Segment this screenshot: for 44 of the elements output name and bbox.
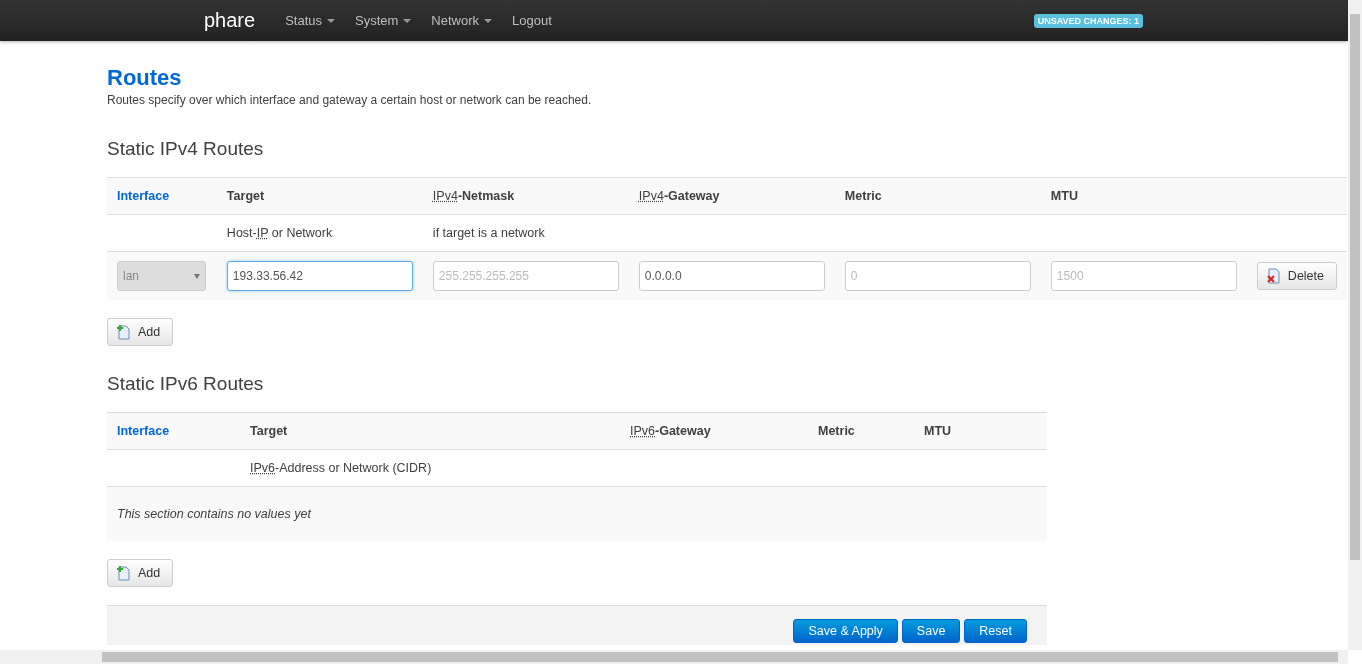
- column-header: IPv6-Gateway: [620, 412, 808, 450]
- add-document-icon: [116, 565, 132, 581]
- page-description: Routes specify over which interface and gateway a certain host or network can be reached.: [107, 93, 593, 107]
- page-title: Routes: [107, 64, 183, 92]
- target-input[interactable]: 193.33.56.42: [226, 261, 413, 291]
- delete-document-icon: [1265, 268, 1282, 284]
- column-header[interactable]: Interface: [107, 412, 240, 450]
- column-header: MTU: [914, 412, 1047, 450]
- menu-item[interactable]: Network: [421, 13, 503, 28]
- section-heading: Static IPv6 Routes: [107, 372, 265, 396]
- column-header: IPv4-Netmask: [422, 177, 629, 215]
- vertical-scrollbar[interactable]: [1348, 0, 1362, 650]
- column-header: Metric: [808, 412, 914, 450]
- column-header: Target: [240, 412, 620, 450]
- caret-icon: [484, 18, 493, 23]
- metric-input[interactable]: 0: [844, 261, 1031, 291]
- menu-item[interactable]: Logout: [502, 13, 562, 28]
- add-button[interactable]: Add: [107, 318, 174, 346]
- mtu-input[interactable]: 1500: [1050, 261, 1237, 291]
- footer-button[interactable]: Save: [901, 619, 961, 643]
- column-hint: IPv6-Address or Network (CIDR): [240, 449, 1047, 487]
- horizontal-scrollbar[interactable]: [0, 650, 1348, 664]
- column-header: Metric: [834, 177, 1041, 215]
- gateway-input[interactable]: 0.0.0.0: [638, 261, 825, 291]
- add-button[interactable]: Add: [107, 559, 174, 587]
- caret-icon: [327, 18, 335, 23]
- empty-section-message: This section contains no values yet: [117, 507, 311, 521]
- footer-button[interactable]: Reset: [964, 619, 1027, 643]
- column-header: IPv4-Gateway: [628, 177, 835, 215]
- column-header: Target: [216, 177, 423, 215]
- brand-link[interactable]: phare: [204, 9, 256, 32]
- add-document-icon: [116, 324, 132, 340]
- netmask-input[interactable]: 255.255.255.255: [432, 261, 619, 291]
- menu-item[interactable]: Status: [275, 13, 345, 28]
- dropdown-arrow-icon: [194, 273, 200, 279]
- delete-button[interactable]: Delete: [1256, 262, 1337, 290]
- menu-item[interactable]: System: [345, 13, 422, 28]
- column-hint: if target is a network: [422, 214, 629, 252]
- column-header: MTU: [1040, 177, 1247, 215]
- footer-button[interactable]: Save & Apply: [793, 619, 898, 643]
- column-hint: Host-IP or Network: [216, 214, 423, 252]
- column-header[interactable]: Interface: [107, 177, 217, 215]
- caret-icon: [403, 18, 412, 23]
- section-heading: Static IPv4 Routes: [107, 137, 265, 161]
